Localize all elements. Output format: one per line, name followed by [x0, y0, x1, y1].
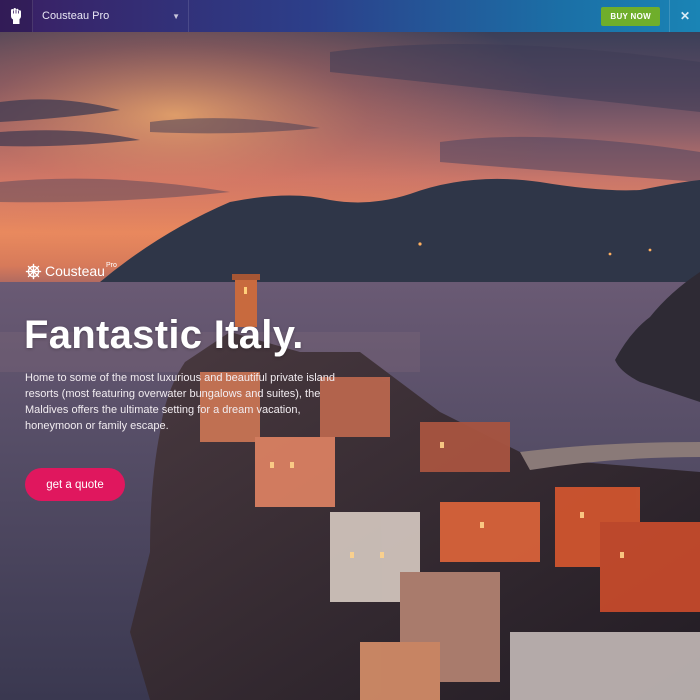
demo-topbar: Cousteau Pro ▼ BUY NOW ✕ — [0, 0, 700, 32]
theme-selector-value: Cousteau Pro — [42, 10, 110, 22]
chevron-down-icon: ▼ — [172, 11, 180, 21]
brand-suffix: Pro — [105, 262, 117, 269]
brand-logo[interactable]: Cousteau Pro — [25, 262, 117, 280]
hero-background — [0, 32, 700, 700]
theme-selector[interactable]: Cousteau Pro ▼ — [33, 0, 189, 32]
close-icon: ✕ — [679, 9, 691, 23]
hero-description: Home to some of the most luxurious and b… — [25, 372, 335, 432]
page: Cousteau Pro ▼ BUY NOW ✕ Cousteau Pro Fa… — [0, 0, 700, 700]
ship-wheel-icon — [25, 263, 42, 280]
sunset-coast-image — [0, 32, 700, 700]
buy-now-button[interactable]: BUY NOW — [601, 6, 660, 26]
fist-logo-button[interactable] — [0, 0, 33, 32]
raised-fist-icon — [11, 8, 21, 24]
get-quote-button[interactable]: get a quote — [25, 468, 125, 501]
hero-title: Fantastic Italy. — [24, 313, 304, 357]
brand-name: Cousteau — [45, 263, 105, 279]
close-topbar-button[interactable]: ✕ — [669, 0, 700, 32]
